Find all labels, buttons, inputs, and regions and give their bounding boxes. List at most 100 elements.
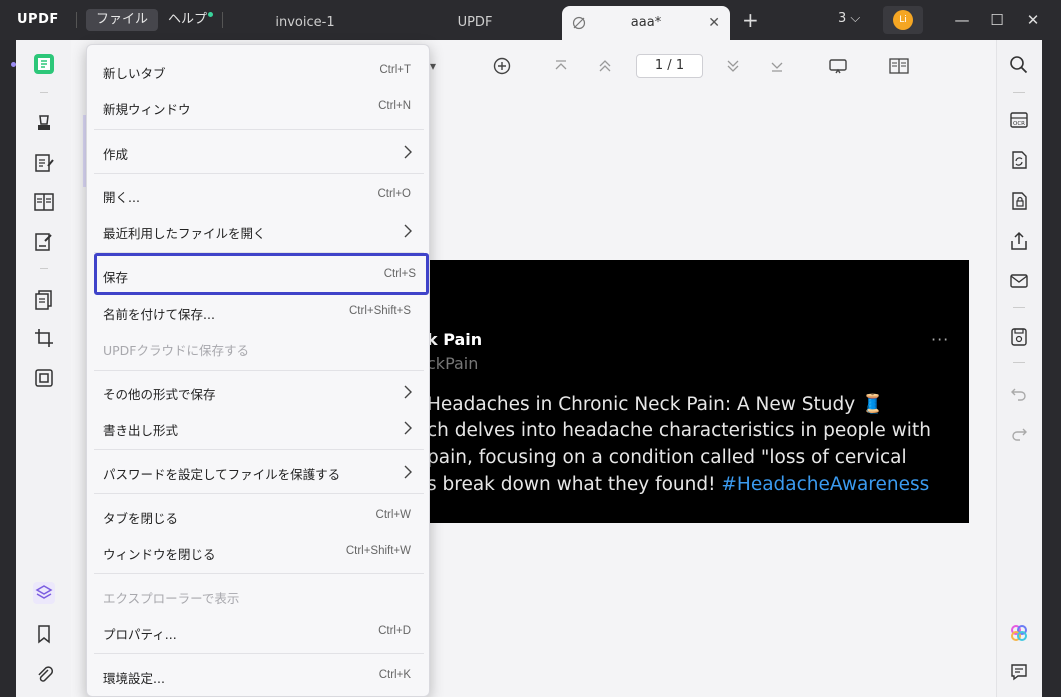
- unsynced-cloud-icon: [572, 16, 586, 30]
- attachment-icon[interactable]: [33, 663, 55, 685]
- updf-ai-icon[interactable]: [1009, 623, 1029, 643]
- menu-file[interactable]: ファイル: [86, 9, 159, 31]
- menu-item-close-tab[interactable]: タブを閉じる Ctrl+W: [94, 498, 424, 534]
- tab-label: aaa*: [630, 15, 662, 30]
- divider: [1013, 362, 1025, 363]
- ocr-icon[interactable]: OCR: [1009, 110, 1029, 130]
- page-number-input[interactable]: 1 / 1: [636, 54, 703, 78]
- zoom-in-icon[interactable]: [492, 56, 512, 76]
- prev-page-icon[interactable]: [595, 56, 615, 76]
- highlighter-icon[interactable]: [33, 112, 55, 134]
- tweet-author-name: k Pain: [427, 330, 483, 349]
- menu-divider: [94, 653, 424, 654]
- menu-item-preferences[interactable]: 環境設定... Ctrl+K: [94, 658, 424, 694]
- close-tab-icon[interactable]: ✕: [708, 6, 720, 40]
- menu-item-label: 名前を付けて保存...: [103, 307, 215, 322]
- tab-invoice-1[interactable]: invoice-1: [230, 6, 380, 40]
- close-window-button[interactable]: ✕: [1021, 8, 1045, 32]
- menu-item-label: 最近利用したファイルを開く: [103, 226, 266, 241]
- layers-icon[interactable]: [33, 582, 55, 604]
- comment-icon[interactable]: [1009, 662, 1029, 682]
- redo-icon[interactable]: [1009, 424, 1029, 444]
- chevron-down-icon: ⌵: [850, 11, 861, 26]
- new-tab-button[interactable]: +: [742, 8, 759, 32]
- divider: [40, 92, 48, 93]
- chevron-right-icon: [404, 145, 412, 159]
- convert-icon[interactable]: [1009, 150, 1029, 170]
- right-toolbar: OCR: [996, 40, 1042, 697]
- more-options-icon: ···: [931, 330, 950, 349]
- menu-item-label: 書き出し形式: [103, 423, 179, 438]
- undo-icon[interactable]: [1009, 384, 1029, 404]
- menu-item-open[interactable]: 開く... Ctrl+O: [94, 177, 424, 213]
- menu-divider: [94, 370, 424, 371]
- tweet-hashtag: #HeadacheAwareness: [721, 474, 930, 495]
- edit-pdf-icon[interactable]: [33, 152, 55, 174]
- menu-item-save-other-format[interactable]: その他の形式で保存: [94, 374, 424, 410]
- menu-item-show-in-explorer: エクスプローラーで表示: [94, 578, 424, 614]
- presentation-icon[interactable]: [828, 56, 848, 76]
- menu-item-create[interactable]: 作成: [94, 134, 424, 170]
- maximize-button[interactable]: ☐: [985, 8, 1009, 32]
- divider: [1013, 92, 1025, 93]
- menu-item-label: 新規ウィンドウ: [103, 102, 191, 117]
- menu-item-export[interactable]: 書き出し形式: [94, 410, 424, 446]
- first-page-icon[interactable]: [551, 56, 571, 76]
- menu-item-close-window[interactable]: ウィンドウを閉じる Ctrl+Shift+W: [94, 534, 424, 570]
- minimize-button[interactable]: —: [950, 8, 974, 32]
- menu-divider: [94, 129, 424, 130]
- fill-sign-icon[interactable]: [33, 231, 55, 253]
- menu-divider: [94, 449, 424, 450]
- search-icon[interactable]: [1009, 55, 1029, 75]
- page-layout-icon[interactable]: [889, 56, 909, 76]
- menu-item-label: 新しいタブ: [103, 66, 166, 81]
- last-page-icon[interactable]: [767, 56, 787, 76]
- divider: [40, 268, 48, 269]
- menu-item-properties[interactable]: プロパティ... Ctrl+D: [94, 614, 424, 650]
- menu-item-label: その他の形式で保存: [103, 387, 216, 402]
- menu-item-save[interactable]: 保存 Ctrl+S: [94, 253, 429, 295]
- menu-divider: [94, 173, 424, 174]
- menu-item-label: タブを閉じる: [103, 511, 179, 526]
- menu-item-label: 環境設定...: [103, 671, 165, 686]
- menu-item-shortcut: Ctrl+N: [378, 100, 411, 112]
- crop-icon[interactable]: [33, 327, 55, 349]
- file-menu-dropdown: 新しいタブ Ctrl+T 新規ウィンドウ Ctrl+N 作成 開く... Ctrl+O…: [86, 44, 430, 697]
- organize-pages-icon[interactable]: [33, 191, 55, 213]
- divider: [1013, 307, 1025, 308]
- tweet-image: k Pain ckPain ··· Headaches in Chronic N…: [422, 260, 969, 523]
- next-page-icon[interactable]: [723, 56, 743, 76]
- compress-icon[interactable]: [33, 367, 55, 389]
- protect-icon[interactable]: [1009, 191, 1029, 211]
- save-icon[interactable]: [1009, 327, 1029, 347]
- menu-item-label: ウィンドウを閉じる: [103, 547, 216, 562]
- menu-item-save-to-cloud: UPDFクラウドに保存する: [94, 330, 424, 366]
- email-icon[interactable]: [1009, 271, 1029, 291]
- menu-item-open-recent[interactable]: 最近利用したファイルを開く: [94, 213, 424, 249]
- menu-help[interactable]: ヘルプ: [158, 9, 217, 31]
- menu-item-label: パスワードを設定してファイルを保護する: [103, 467, 341, 482]
- menu-item-new-tab[interactable]: 新しいタブ Ctrl+T: [94, 53, 424, 89]
- menu-item-label: 保存: [103, 270, 129, 285]
- notification-dot: [208, 12, 214, 17]
- page-tools-icon[interactable]: [33, 289, 55, 311]
- tweet-author-handle: ckPain: [427, 354, 479, 373]
- account-button[interactable]: Li: [883, 6, 923, 34]
- left-edge: [0, 40, 16, 697]
- menu-item-save-as[interactable]: 名前を付けて保存... Ctrl+Shift+S: [94, 294, 424, 330]
- tab-aaa[interactable]: aaa* ✕: [562, 6, 730, 40]
- menu-item-protect-with-password[interactable]: パスワードを設定してファイルを保護する: [94, 454, 424, 490]
- share-icon[interactable]: [1009, 231, 1029, 251]
- tab-count-dropdown[interactable]: 3 ⌵: [838, 11, 860, 26]
- chevron-right-icon: [404, 465, 412, 479]
- title-separator: [222, 12, 223, 28]
- reader-icon[interactable]: [33, 53, 55, 75]
- menu-item-label: UPDFクラウドに保存する: [103, 343, 250, 358]
- menu-item-shortcut: Ctrl+Shift+W: [345, 545, 411, 557]
- bookmark-icon[interactable]: [33, 623, 55, 645]
- menu-item-shortcut: Ctrl+S: [383, 268, 416, 280]
- menu-item-shortcut: Ctrl+W: [375, 509, 411, 521]
- tab-updf[interactable]: UPDF: [400, 6, 550, 40]
- menu-item-shortcut: Ctrl+O: [377, 188, 411, 200]
- menu-item-new-window[interactable]: 新規ウィンドウ Ctrl+N: [94, 89, 424, 125]
